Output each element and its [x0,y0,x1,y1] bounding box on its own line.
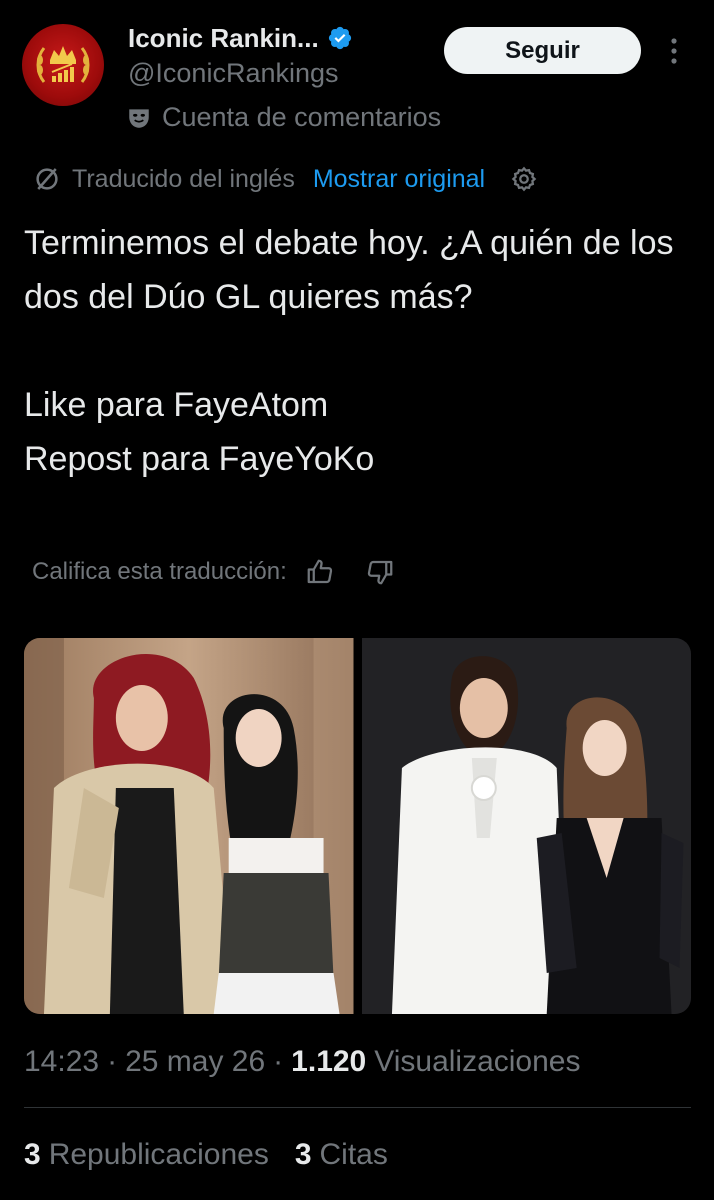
tweet-text-line: Like para FayeAtom [24,386,329,424]
reposts-stat[interactable]: 3 Republicaciones [24,1138,269,1172]
account-label: Cuenta de comentarios [126,102,441,133]
reposts-label: Republicaciones [48,1138,269,1171]
quotes-label: Citas [319,1138,388,1171]
masks-icon [129,108,149,128]
thumbs-up-icon[interactable] [305,557,335,587]
rate-translation: Califica esta traducción: [32,554,395,590]
tweet-text-line: Repost para FayeYoKo [24,440,375,478]
media-grid [24,638,691,1014]
author-handle[interactable]: @IconicRankings [128,58,339,89]
translated-from-text: Traducido del inglés [72,164,295,193]
translation-bar: Traducido del inglés Mostrar original [32,160,539,198]
tweet-text: Terminemos el debate hoy. ¿A quién de lo… [24,216,684,486]
quotes-count: 3 [294,1138,312,1171]
views-label: Visualizaciones [374,1045,581,1078]
tweet-text-line: Terminemos el debate hoy. ¿A quién de lo… [24,224,674,316]
tweet-date[interactable]: 25 may 26 [125,1045,265,1079]
gear-icon[interactable] [509,164,539,194]
divider [24,1107,691,1108]
verified-badge-icon [328,26,351,50]
tweet-detail: Iconic Rankin... @IconicRankings Cuenta … [0,0,714,1200]
more-options-icon[interactable] [664,34,684,68]
media-photo-2[interactable] [361,638,691,1014]
tweet-stats: 3 Republicaciones 3 Citas [24,1133,388,1177]
quotes-stat[interactable]: 3 Citas [295,1138,388,1172]
views-count: 1.120 [291,1045,367,1078]
media-photo-1[interactable] [24,638,354,1014]
photo-faye-atom-icon [24,638,354,1014]
crown-logo-icon [36,46,90,83]
author-name-row[interactable]: Iconic Rankin... [128,20,353,56]
follow-button[interactable]: Seguir [444,27,641,74]
reposts-count: 3 [24,1138,41,1171]
rate-translation-label: Califica esta traducción: [32,558,287,585]
avatar[interactable] [22,24,104,106]
thumbs-down-icon[interactable] [365,557,395,587]
tweet-meta: 14:23 · 25 may 26 · 1.120 Visualizacione… [24,1045,581,1079]
translate-icon [36,168,58,190]
show-original-link[interactable]: Mostrar original [313,165,485,194]
photo-faye-yoko-icon [361,638,691,1014]
tweet-time[interactable]: 14:23 [24,1045,99,1079]
author-display-name[interactable]: Iconic Rankin... [128,23,319,54]
account-label-text: Cuenta de comentarios [162,102,442,132]
